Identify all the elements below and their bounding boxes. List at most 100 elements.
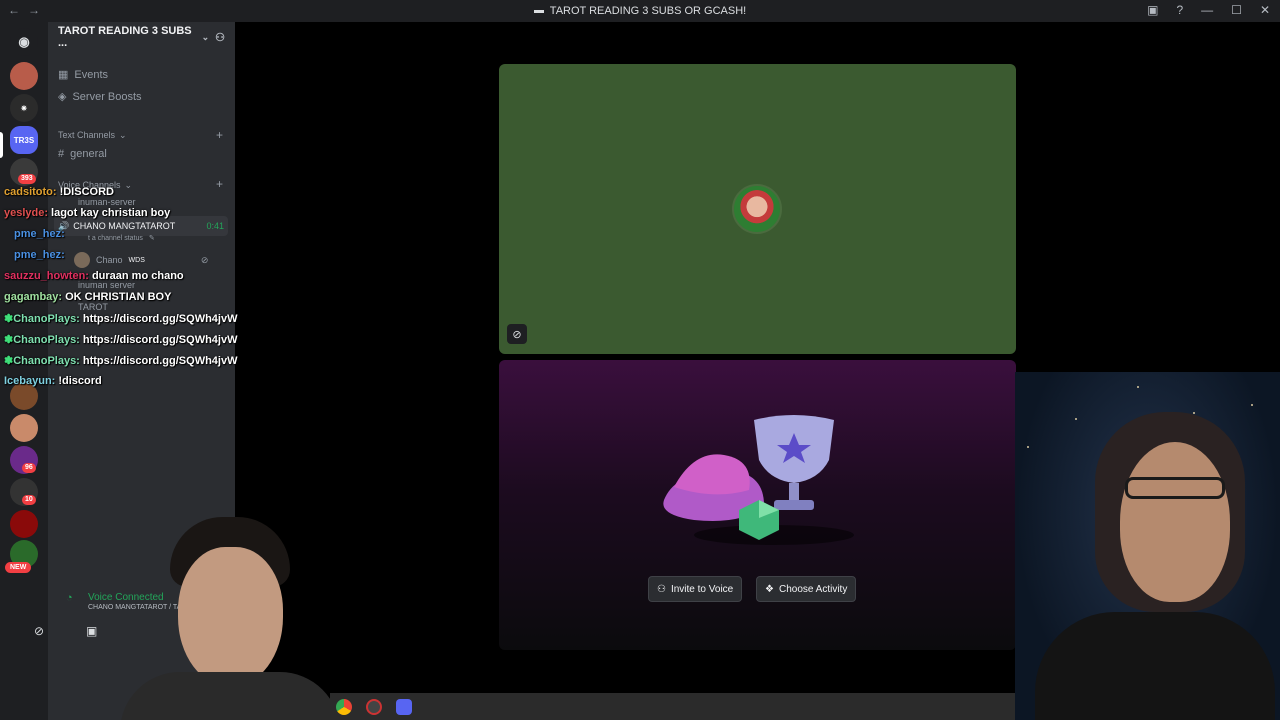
maximize-button[interactable]: ☐ (1231, 3, 1242, 17)
screen-share-icon[interactable]: ▣ (86, 624, 97, 638)
chat-text: OK CHRISTIAN BOY (65, 291, 172, 303)
close-button[interactable]: ✕ (1260, 3, 1270, 17)
chat-username: yeslyde: (4, 207, 49, 219)
camera-off-icon: ⊘ (507, 324, 527, 344)
chat-username: pme_hez: (14, 249, 65, 261)
voice-channel-inuman-server[interactable]: inuman-server (78, 197, 136, 207)
chat-username: ChanoPlays: (13, 355, 80, 367)
chevron-down-icon: ⌄ (201, 31, 210, 42)
pencil-icon: ✎ (148, 235, 155, 242)
events-label: Events (74, 68, 109, 81)
inbox-icon[interactable]: ▣ (1147, 3, 1158, 17)
voice-user-row[interactable]: 🔊 CHANO MANGTATAROT 0:41 (54, 216, 228, 236)
chat-message: ✽ChanoPlays: https://discord.gg/SQWh4jvW (4, 333, 237, 346)
avatar (732, 184, 782, 234)
taskbar (330, 693, 1015, 720)
window-title-text: TAROT READING 3 SUBS OR GCASH! (549, 5, 747, 17)
chat-message: pme_hez: (4, 228, 68, 240)
badge-icon: ✽ (4, 355, 14, 367)
server-header[interactable]: TAROT READING 3 SUBS ... ⌄ ⚇ (48, 22, 235, 52)
streamer-face (1120, 442, 1230, 602)
server-rail: ◉ ✷ TR3S 393 96 10 NEW (0, 22, 48, 720)
chat-username: sauzzu_howten: (4, 270, 89, 282)
voice-member-chano[interactable]: Chano WDS ⊘ (74, 252, 208, 268)
badge-icon: ✽ (4, 334, 14, 346)
selected-server-pill (0, 132, 3, 158)
chat-message: Icebayun: !discord (4, 375, 102, 387)
add-member-icon[interactable]: ⚇ (215, 31, 225, 44)
add-user-icon: ⚇ (657, 583, 666, 595)
channel-label: general (70, 148, 107, 160)
chrome-icon[interactable] (336, 698, 352, 715)
chat-text: lagot kay christian boy (51, 207, 171, 219)
chat-username: gagambay: (4, 291, 63, 303)
choose-activity-label: Choose Activity (778, 583, 848, 595)
participant-tile[interactable]: ⊘ (499, 64, 1016, 354)
voice-timer: 0:41 (206, 221, 224, 231)
streamer-face (178, 547, 283, 687)
chat-message: ✽ChanoPlays: https://discord.gg/SQWh4jvW (4, 312, 237, 325)
streamer-body (1035, 612, 1275, 720)
glasses (1125, 477, 1225, 499)
text-channels-category[interactable]: Text Channels ⌄ (58, 130, 127, 141)
webcam-overlay-left (110, 512, 340, 720)
chat-text: !DISCORD (59, 186, 114, 198)
activity-tile: ⚇ Invite to Voice ❖ Choose Activity (499, 360, 1016, 650)
obs-icon[interactable] (366, 698, 382, 715)
chat-message: ✽ChanoPlays: https://discord.gg/SQWh4jvW (4, 354, 237, 367)
chat-username: cadsitoto: (4, 186, 57, 198)
voice-user-name: CHANO MANGTATAROT (73, 221, 176, 231)
webcam-overlay-right (1015, 372, 1280, 720)
chat-username: ChanoPlays: (13, 313, 80, 325)
window-controls: ▣ ? — ☐ ✕ (1147, 3, 1270, 17)
channel-status-text: t a channel status (88, 234, 143, 242)
channel-label: inuman-server (78, 197, 136, 207)
nav-arrows[interactable]: ←→ (8, 3, 48, 17)
voice-channel-tarot[interactable]: TAROT (78, 302, 108, 312)
voice-member-name: Chano (96, 255, 123, 265)
badge-icon: ✽ (4, 313, 14, 325)
chat-message: cadsitoto: !DISCORD (4, 186, 114, 198)
discord-home-icon[interactable]: ◉ (10, 28, 38, 56)
choose-activity-button[interactable]: ❖ Choose Activity (756, 576, 857, 602)
server-icon-5[interactable] (10, 414, 38, 442)
discord-taskbar-icon[interactable] (396, 698, 412, 715)
chat-text: !discord (58, 375, 102, 387)
invite-to-voice-label: Invite to Voice (670, 583, 734, 595)
activity-icon: ❖ (765, 583, 774, 595)
help-icon[interactable]: ? (1176, 3, 1183, 17)
window-title: TAROT READING 3 SUBS OR GCASH! (533, 5, 747, 17)
server-boosts-label: Server Boosts (72, 90, 142, 103)
new-badge: NEW (5, 562, 32, 573)
channel-general[interactable]: # general (58, 148, 107, 160)
chat-username: ChanoPlays: (13, 334, 80, 346)
server-name: TAROT READING 3 SUBS ... (58, 25, 192, 49)
chat-text: https://discord.gg/SQWh4jvW (82, 313, 238, 325)
chat-username: pme_hez: (14, 228, 65, 240)
avatar (74, 252, 90, 268)
muted-icon: ⊘ (200, 254, 209, 265)
camera-off-icon[interactable]: ⊘ (34, 624, 44, 638)
chevron-down-icon: ⌄ (124, 180, 133, 190)
chat-username: Icebayun: (4, 375, 56, 387)
chat-message: gagambay: OK CHRISTIAN BOY (4, 291, 171, 303)
server-boosts-item[interactable]: ◈ Server Boosts (58, 90, 142, 104)
server-icon-2[interactable]: ✷ (10, 94, 38, 122)
server-icon-tarot[interactable]: TR3S (10, 126, 38, 154)
server-badge: 393 (18, 174, 36, 184)
server-badge: 96 (22, 463, 36, 473)
channel-status-input[interactable]: t a channel status ✎ (88, 234, 155, 243)
server-icon-8[interactable] (10, 510, 38, 538)
channel-label: TAROT (78, 302, 108, 312)
server-icon-1[interactable] (10, 62, 38, 90)
add-channel-button[interactable]: + (216, 128, 223, 142)
server-badge: 10 (22, 495, 36, 505)
signal-icon: ◔ (66, 592, 73, 604)
events-item[interactable]: ▦ Events (58, 68, 109, 82)
invite-to-voice-button[interactable]: ⚇ Invite to Voice (648, 576, 743, 602)
add-channel-button[interactable]: + (216, 177, 223, 191)
chat-message: sauzzu_howten: duraan mo chano (4, 270, 184, 282)
minimize-button[interactable]: — (1201, 3, 1213, 17)
chat-text: https://discord.gg/SQWh4jvW (82, 334, 238, 346)
hash-icon: # (58, 148, 65, 160)
